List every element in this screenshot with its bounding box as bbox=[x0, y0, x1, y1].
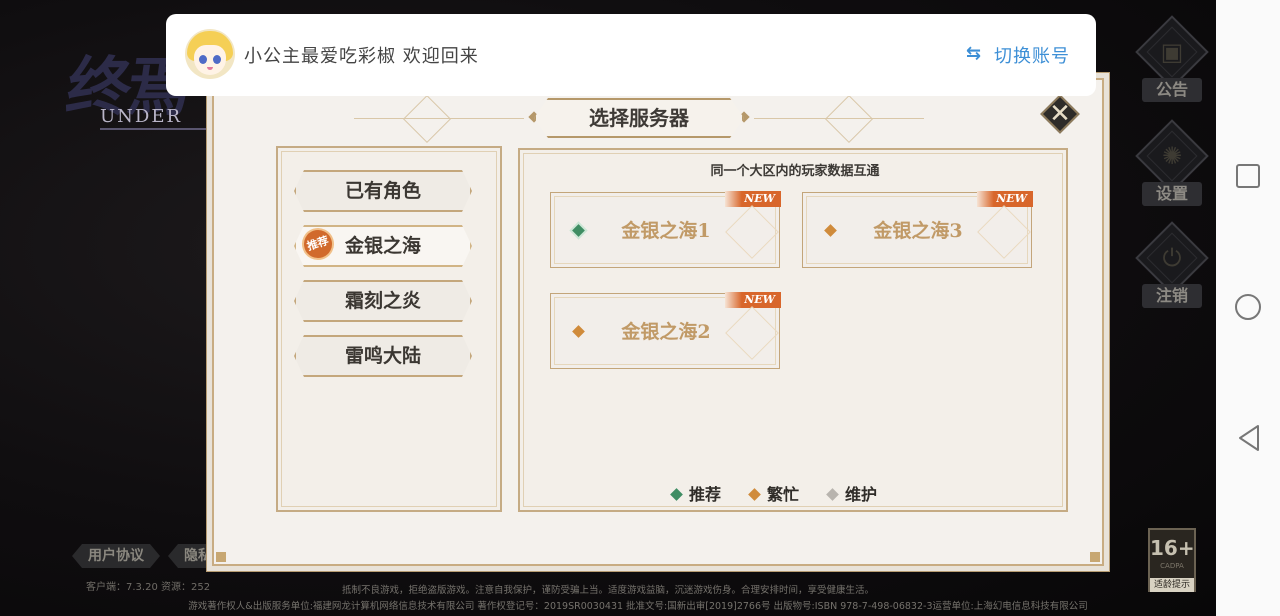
corner-ornament bbox=[1090, 552, 1100, 562]
new-tag: NEW bbox=[725, 292, 781, 308]
new-tag: NEW bbox=[725, 191, 781, 207]
dialog-title: 选择服务器 bbox=[589, 106, 689, 130]
switch-account-icon[interactable]: ⇆ bbox=[966, 44, 986, 64]
maintenance-legend-icon bbox=[826, 488, 839, 501]
announcement-button[interactable]: ▣ 公告 bbox=[1132, 15, 1212, 118]
recommended-legend-icon bbox=[670, 488, 683, 501]
busy-legend-icon bbox=[748, 488, 761, 501]
settings-label: 设置 bbox=[1142, 182, 1202, 206]
age-rating-badge[interactable]: 16+ CADPA 适龄提示 bbox=[1148, 528, 1196, 592]
logout-label: 注销 bbox=[1142, 284, 1202, 308]
server-select-dialog: 选择服务器 ✕ 已有角色 金银之海 推荐 霜刻之炎 雷鸣大陆 同一个大区内的玩家… bbox=[212, 78, 1104, 566]
server-card-jinyin-1[interactable]: 金银之海1 NEW bbox=[550, 191, 781, 268]
publisher-info: 游戏著作权人&出版服务单位:福建网龙计算机网络信息技术有限公司 著作权登记号：2… bbox=[188, 601, 1088, 612]
health-notice: 抵制不良游戏，拒绝盗版游戏。注意自我保护，谨防受骗上当。适度游戏益脑，沉迷游戏伤… bbox=[341, 585, 874, 596]
close-icon: ✕ bbox=[1049, 99, 1071, 129]
server-list-panel: 同一个大区内的玩家数据互通 金银之海1 NEW 金银之海3 NEW 金银之海2 … bbox=[518, 148, 1068, 512]
new-tag: NEW bbox=[977, 191, 1033, 207]
data-sharing-note: 同一个大区内的玩家数据互通 bbox=[710, 164, 880, 179]
server-card-jinyin-3[interactable]: 金银之海3 NEW bbox=[802, 191, 1033, 268]
status-legend: 推荐 繁忙 维护 bbox=[650, 482, 950, 508]
announcement-label: 公告 bbox=[1142, 78, 1202, 102]
legend-recommended: 推荐 bbox=[670, 482, 721, 508]
region-list: 已有角色 金银之海 推荐 霜刻之炎 雷鸣大陆 bbox=[276, 146, 502, 512]
logo-divider bbox=[100, 128, 230, 130]
settings-button[interactable]: ✺ 设置 bbox=[1132, 119, 1212, 222]
home-icon[interactable] bbox=[1235, 294, 1261, 320]
legend-busy: 繁忙 bbox=[748, 482, 799, 508]
user-agreement-link[interactable]: 用户协议 bbox=[72, 544, 160, 568]
logout-button[interactable]: ⏻ 注销 bbox=[1132, 221, 1212, 324]
legend-maintenance: 维护 bbox=[826, 482, 877, 508]
region-label: 雷鸣大陆 bbox=[344, 345, 421, 367]
welcome-message: 小公主最爱吃彩椒 欢迎回来 bbox=[244, 46, 479, 67]
game-logo-subtitle: UNDER bbox=[100, 106, 183, 127]
corner-ornament bbox=[216, 552, 226, 562]
back-icon[interactable] bbox=[1236, 424, 1262, 452]
region-label: 霜刻之炎 bbox=[344, 290, 421, 312]
welcome-banner: 小公主最爱吃彩椒 欢迎回来 ⇆ 切换账号 bbox=[166, 14, 1096, 96]
server-card-jinyin-2[interactable]: 金银之海2 NEW bbox=[550, 292, 781, 369]
recent-apps-icon[interactable] bbox=[1236, 164, 1260, 188]
avatar bbox=[185, 29, 235, 79]
close-button[interactable]: ✕ bbox=[1040, 94, 1080, 134]
region-label: 已有角色 bbox=[344, 180, 421, 202]
switch-account-button[interactable]: 切换账号 bbox=[994, 42, 1070, 68]
system-navigation-bar bbox=[1216, 0, 1280, 616]
